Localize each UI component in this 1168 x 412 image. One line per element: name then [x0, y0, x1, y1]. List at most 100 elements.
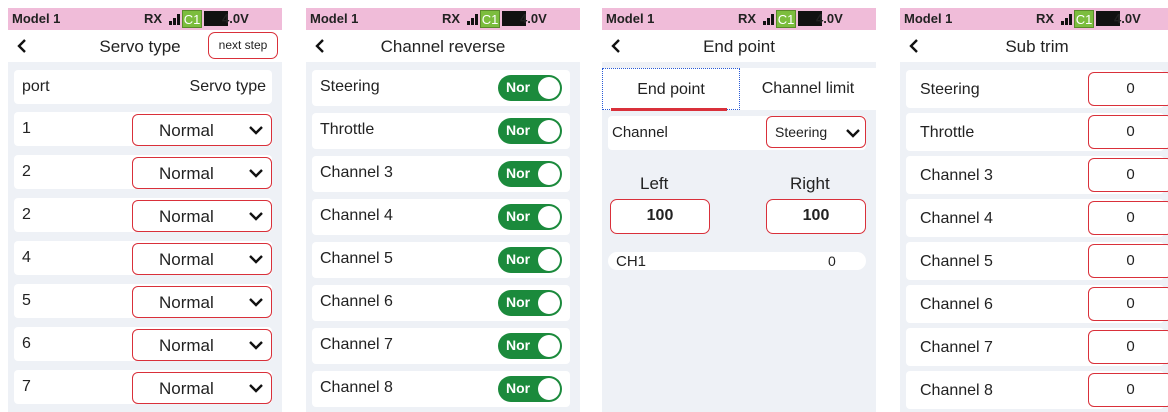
- toggle-knob: [538, 163, 560, 185]
- status-bar: Model 1 RX C1 4.0V: [900, 8, 1168, 30]
- servo-type-select[interactable]: Normal: [132, 286, 272, 318]
- servo-type-select[interactable]: Normal: [132, 114, 272, 146]
- rx-label: RX: [144, 11, 163, 26]
- channel-badge: C1: [480, 10, 500, 28]
- channel-name: Channel 7: [320, 336, 393, 353]
- toggle-state-label: Nor: [506, 79, 531, 95]
- reverse-toggle[interactable]: Nor: [498, 204, 562, 230]
- left-endpoint-input[interactable]: 100: [610, 199, 710, 234]
- servo-type-value: Normal: [159, 164, 214, 183]
- channel-select-value: Steering: [775, 124, 828, 140]
- chevron-down-icon: [249, 212, 263, 221]
- page-title: Channel reverse: [380, 37, 506, 56]
- page-title: End point: [703, 37, 775, 56]
- signal-icon: [467, 14, 478, 25]
- servo-type-value: Normal: [159, 121, 214, 140]
- reverse-row: Channel 3 Nor: [312, 156, 570, 192]
- next-step-button[interactable]: next step: [208, 32, 278, 59]
- reverse-row: Channel 4 Nor: [312, 199, 570, 235]
- trim-row: Channel 4 0: [906, 199, 1168, 237]
- voltage-readout: 4.0V: [816, 11, 843, 26]
- page-title: Sub trim: [1005, 37, 1069, 56]
- reverse-toggle[interactable]: Nor: [498, 376, 562, 402]
- channel-name: Channel 4: [320, 207, 393, 224]
- servo-type-select[interactable]: Normal: [132, 329, 272, 361]
- servo-type-select[interactable]: Normal: [132, 243, 272, 275]
- chevron-down-icon: [846, 129, 860, 138]
- trim-row: Throttle 0: [906, 113, 1168, 151]
- servo-row: 7 Normal: [14, 370, 272, 404]
- port-number: 5: [22, 292, 31, 309]
- channel-output-value: 0: [828, 253, 836, 269]
- tab-end-point-label: End point: [637, 81, 705, 98]
- servo-type-select[interactable]: Normal: [132, 157, 272, 189]
- channel-name: Channel 5: [320, 250, 393, 267]
- reverse-toggle[interactable]: Nor: [498, 161, 562, 187]
- port-number: 2: [22, 206, 31, 223]
- status-bar: Model 1 RX C1 4.0V: [306, 8, 580, 30]
- reverse-row: Channel 5 Nor: [312, 242, 570, 278]
- end-point-screen: Model 1 RX C1 4.0V End point End point C…: [602, 8, 876, 412]
- voltage-readout: 4.0V: [1114, 11, 1141, 26]
- reverse-toggle[interactable]: Nor: [498, 118, 562, 144]
- model-name: Model 1: [12, 11, 61, 26]
- reverse-row: Channel 8 Nor: [312, 371, 570, 407]
- sub-trim-input[interactable]: 0: [1088, 373, 1168, 407]
- servo-type-value: Normal: [159, 293, 214, 312]
- reverse-toggle[interactable]: Nor: [498, 75, 562, 101]
- port-number: 7: [22, 378, 31, 395]
- trim-row: Channel 7 0: [906, 328, 1168, 366]
- channel-output-name: CH1: [616, 253, 647, 270]
- voltage-readout: 4.0V: [520, 11, 547, 26]
- page-title: Servo type: [99, 37, 181, 56]
- servo-row: 4 Normal: [14, 241, 272, 275]
- voltage-readout: 4.0V: [222, 11, 249, 26]
- chevron-down-icon: [249, 169, 263, 178]
- servo-type-select[interactable]: Normal: [132, 372, 272, 404]
- reverse-toggle[interactable]: Nor: [498, 290, 562, 316]
- toggle-state-label: Nor: [506, 337, 531, 353]
- reverse-toggle[interactable]: Nor: [498, 247, 562, 273]
- rx-label: RX: [1036, 11, 1055, 26]
- tab-channel-limit[interactable]: Channel limit: [740, 68, 876, 110]
- port-header: port: [22, 78, 50, 95]
- channel-badge: C1: [776, 10, 796, 28]
- toggle-state-label: Nor: [506, 294, 531, 310]
- port-number: 4: [22, 249, 31, 266]
- signal-icon: [169, 14, 180, 25]
- toggle-state-label: Nor: [506, 208, 531, 224]
- sub-trim-input[interactable]: 0: [1088, 244, 1168, 278]
- servo-type-screen: Model 1 RX C1 4.0V Servo type next step …: [8, 8, 282, 412]
- sub-trim-input[interactable]: 0: [1088, 115, 1168, 149]
- channel-row: Channel Steering: [608, 116, 866, 150]
- right-endpoint-input[interactable]: 100: [766, 199, 866, 234]
- trim-row: Steering 0: [906, 70, 1168, 108]
- reverse-row: Throttle Nor: [312, 113, 570, 149]
- servo-row: 6 Normal: [14, 327, 272, 361]
- sub-trim-input[interactable]: 0: [1088, 287, 1168, 321]
- trim-row: Channel 3 0: [906, 156, 1168, 194]
- channel-select[interactable]: Steering: [766, 116, 866, 148]
- back-chevron-icon[interactable]: [14, 38, 30, 54]
- title-bar: End point: [602, 30, 876, 62]
- sub-trim-input[interactable]: 0: [1088, 158, 1168, 192]
- tab-end-point[interactable]: End point: [602, 68, 740, 111]
- sub-trim-input[interactable]: 0: [1088, 201, 1168, 235]
- chevron-down-icon: [249, 255, 263, 264]
- toggle-knob: [538, 120, 560, 142]
- channel-name: Channel 7: [920, 339, 993, 356]
- header-row: port Servo type: [14, 70, 272, 104]
- servo-type-value: Normal: [159, 250, 214, 269]
- channel-name: Channel 8: [920, 382, 993, 399]
- servo-row: 1 Normal: [14, 112, 272, 146]
- title-bar: Sub trim: [900, 30, 1168, 62]
- reverse-toggle[interactable]: Nor: [498, 333, 562, 359]
- signal-icon: [763, 14, 774, 25]
- model-name: Model 1: [606, 11, 655, 26]
- left-label: Left: [640, 174, 669, 193]
- channel-name: Throttle: [320, 121, 375, 138]
- model-name: Model 1: [310, 11, 359, 26]
- sub-trim-input[interactable]: 0: [1088, 72, 1168, 106]
- sub-trim-input[interactable]: 0: [1088, 330, 1168, 364]
- servo-type-select[interactable]: Normal: [132, 200, 272, 232]
